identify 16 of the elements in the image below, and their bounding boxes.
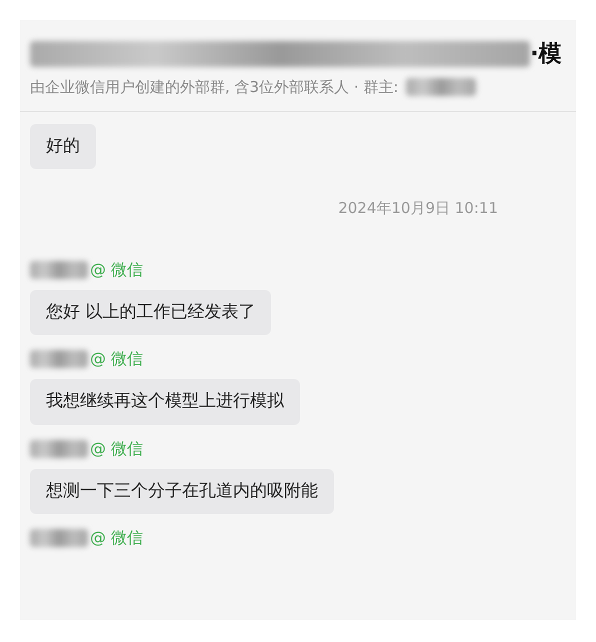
chat-subtitle: 由企业微信用户创建的外部群, 含3位外部联系人 · 群主: <box>30 77 398 98</box>
message-bubble: 我想继续再这个模型上进行模拟 <box>30 379 300 424</box>
redacted-name <box>30 350 88 368</box>
message-bubble: 想测一下三个分子在孔道内的吸附能 <box>30 468 334 514</box>
redacted-name <box>30 529 88 547</box>
sender-tag: @ 微信 <box>90 258 144 282</box>
message-bubble: 您好 以上的工作已经发表了 <box>30 290 272 335</box>
redacted-owner <box>406 78 476 96</box>
sender-tag: @ 微信 <box>90 436 144 460</box>
sender-tag: @ 微信 <box>90 526 144 550</box>
timestamp: 2024年10月9日 10:11 <box>338 199 498 217</box>
message-bubble: 好的 <box>30 124 96 169</box>
sender-tag: @ 微信 <box>90 347 144 371</box>
redacted-name <box>30 260 88 278</box>
redacted-name <box>30 440 88 458</box>
chat-title: ·模 <box>530 40 562 69</box>
